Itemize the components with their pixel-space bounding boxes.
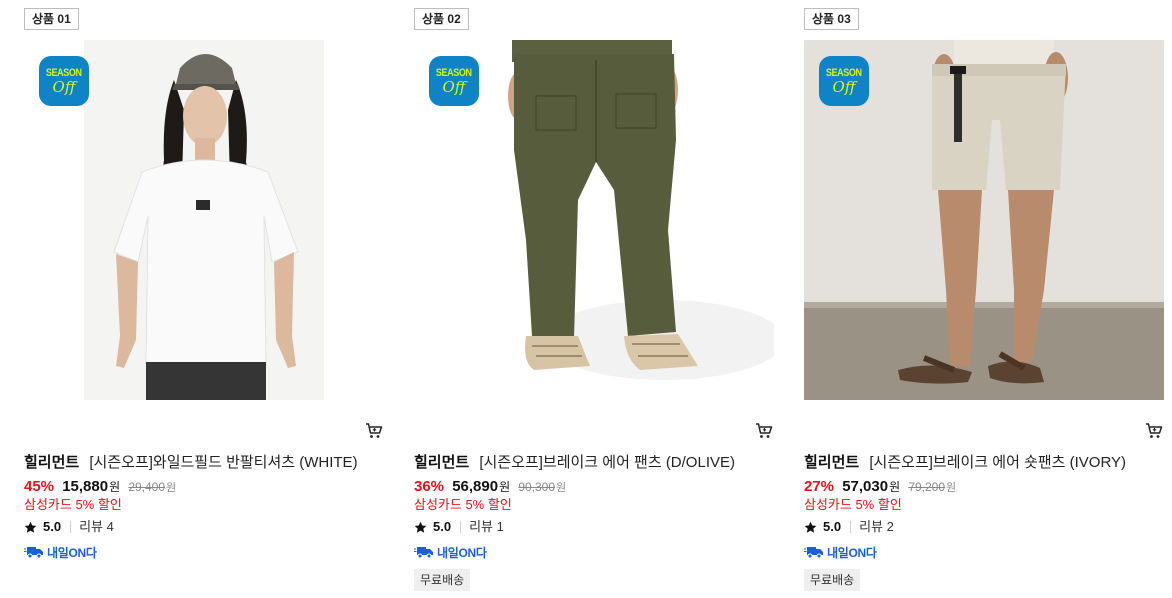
brand-name: 힐리먼트 <box>414 454 470 471</box>
rating-row: 5.0 리뷰 2 <box>804 518 894 536</box>
free-shipping-tag: 무료배송 <box>414 569 471 591</box>
product-card[interactable]: 상품 01 SEASON Off 힐리먼트 [시즌오프]와일드필드 반팔티셔츠 … <box>24 0 394 598</box>
price-row: 36% 56,890원 90,300원 <box>414 477 566 498</box>
price-unit: 원 <box>109 480 121 494</box>
card-promo: 삼성카드 5% 할인 <box>414 497 512 512</box>
sale-price: 56,890 <box>452 478 499 495</box>
price-row: 27% 57,030원 79,200원 <box>804 477 956 498</box>
card-promo: 삼성카드 5% 할인 <box>804 497 902 512</box>
rank-badge: 상품 03 <box>804 8 859 30</box>
add-to-cart-button[interactable] <box>364 421 384 441</box>
product-title[interactable]: 힐리먼트 [시즌오프]브레이크 에어 팬츠 (D/OLIVE) <box>414 453 782 473</box>
rating-score: 5.0 <box>43 519 62 534</box>
rating-score: 5.0 <box>433 519 452 534</box>
add-to-cart-button[interactable] <box>1144 421 1164 441</box>
original-price: 29,400 <box>128 480 166 494</box>
star-icon <box>804 521 817 533</box>
discount-rate: 36% <box>414 478 445 495</box>
cart-icon <box>366 423 383 438</box>
cart-icon <box>756 423 773 438</box>
discount-rate: 45% <box>24 478 55 495</box>
brand-name: 힐리먼트 <box>804 454 860 471</box>
review-count: 리뷰 2 <box>859 519 894 534</box>
delivery-truck-icon <box>804 547 823 559</box>
product-name: [시즌오프]브레이크 에어 팬츠 (D/OLIVE) <box>479 454 735 471</box>
original-price-unit: 원 <box>556 482 567 494</box>
product-card[interactable]: 상품 03 SEASON Off 힐리먼트 [시즌오프]브레이크 에어 숏팬츠 … <box>804 0 1172 598</box>
star-icon <box>414 521 427 533</box>
price-row: 45% 15,880원 29,400원 <box>24 477 176 498</box>
season-off-badge: SEASON Off <box>819 56 869 106</box>
product-image-pants[interactable]: SEASON Off <box>414 40 774 400</box>
tomorrow-delivery-badge: 내일ON다 <box>24 543 97 561</box>
original-price: 79,200 <box>908 480 946 494</box>
product-image-shorts[interactable]: SEASON Off <box>804 40 1164 400</box>
divider <box>850 521 852 533</box>
product-name: [시즌오프]와일드필드 반팔티셔츠 (WHITE) <box>89 454 358 471</box>
card-promo: 삼성카드 5% 할인 <box>24 497 122 512</box>
original-price: 90,300 <box>518 480 556 494</box>
season-off-badge: SEASON Off <box>39 56 89 106</box>
product-title[interactable]: 힐리먼트 [시즌오프]와일드필드 반팔티셔츠 (WHITE) <box>24 453 392 473</box>
free-shipping-tag: 무료배송 <box>804 569 861 591</box>
sale-price: 57,030 <box>842 478 889 495</box>
review-count: 리뷰 1 <box>469 519 504 534</box>
tomorrow-delivery-badge: 내일ON다 <box>804 543 877 561</box>
product-card[interactable]: 상품 02 SEASON Off 힐리먼트 [시즌오프]브레이크 에어 팬츠 (… <box>414 0 784 598</box>
sale-price: 15,880 <box>62 478 109 495</box>
rating-score: 5.0 <box>823 519 842 534</box>
delivery-truck-icon <box>414 547 433 559</box>
tomorrow-delivery-badge: 내일ON다 <box>414 543 487 561</box>
add-to-cart-button[interactable] <box>754 421 774 441</box>
brand-name: 힐리먼트 <box>24 454 80 471</box>
price-unit: 원 <box>889 480 901 494</box>
season-off-badge: SEASON Off <box>429 56 479 106</box>
product-title[interactable]: 힐리먼트 [시즌오프]브레이크 에어 숏팬츠 (IVORY) <box>804 453 1172 473</box>
delivery-truck-icon <box>24 547 43 559</box>
product-image-tshirt[interactable]: SEASON Off <box>24 40 384 400</box>
discount-rate: 27% <box>804 478 835 495</box>
star-icon <box>24 521 37 533</box>
rank-badge: 상품 01 <box>24 8 79 30</box>
divider <box>70 521 72 533</box>
rank-badge: 상품 02 <box>414 8 469 30</box>
rating-row: 5.0 리뷰 1 <box>414 518 504 536</box>
original-price-unit: 원 <box>166 482 177 494</box>
cart-icon <box>1146 423 1163 438</box>
price-unit: 원 <box>499 480 511 494</box>
review-count: 리뷰 4 <box>79 519 114 534</box>
rating-row: 5.0 리뷰 4 <box>24 518 114 536</box>
product-name: [시즌오프]브레이크 에어 숏팬츠 (IVORY) <box>869 454 1127 471</box>
original-price-unit: 원 <box>946 482 957 494</box>
divider <box>460 521 462 533</box>
